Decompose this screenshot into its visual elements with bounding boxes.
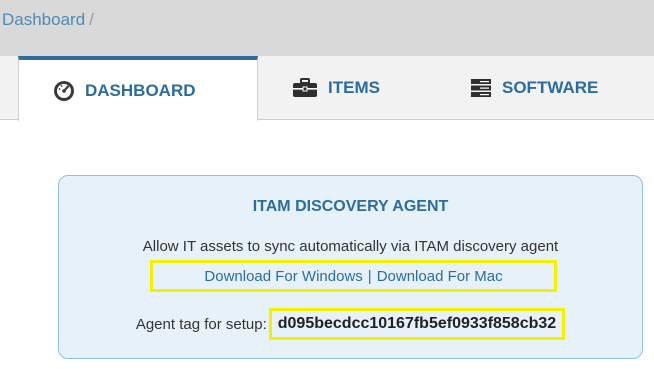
download-separator: | (367, 267, 372, 285)
download-mac-link[interactable]: Download For Mac (377, 268, 503, 285)
tab-software[interactable]: SOFTWARE (470, 56, 598, 120)
tab-dashboard[interactable]: DASHBOARD (18, 56, 258, 121)
download-windows-link[interactable]: Download For Windows (204, 268, 362, 285)
tab-dashboard-label: DASHBOARD (85, 80, 196, 100)
agent-tag-label: Agent tag for setup: (135, 315, 267, 333)
breadcrumb-separator: / (89, 10, 94, 29)
download-links: Download For Windows | Download For Mac (150, 260, 557, 292)
briefcase-icon (292, 78, 318, 98)
tab-software-label: SOFTWARE (502, 78, 599, 97)
tab-items-label: ITEMS (328, 78, 380, 97)
tab-items[interactable]: ITEMS (292, 56, 380, 120)
breadcrumb-bar: Dashboard / (0, 0, 654, 56)
card-description: Allow IT assets to sync automatically vi… (142, 238, 559, 255)
card-title: ITAM DISCOVERY AGENT (252, 198, 449, 215)
dashboard-gauge-icon (53, 80, 75, 102)
tab-strip: DASHBOARD ITEMS SOFTWARE (0, 56, 654, 121)
breadcrumb: Dashboard / (2, 10, 94, 30)
discovery-agent-card: ITAM DISCOVERY AGENT Allow IT assets to … (58, 175, 643, 359)
dashboard-panel: ITAM DISCOVERY AGENT Allow IT assets to … (0, 121, 654, 369)
server-icon (470, 78, 492, 98)
breadcrumb-dashboard-link[interactable]: Dashboard (2, 10, 85, 29)
agent-tag-value[interactable]: d095becdcc10167fb5ef0933f858cb32 (268, 308, 566, 340)
agent-tag-row: Agent tag for setup: d095becdcc10167fb5e… (59, 308, 642, 340)
